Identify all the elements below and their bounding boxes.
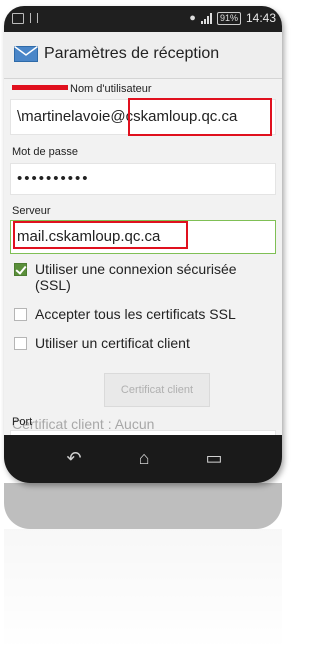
username-label: Nom d'utilisateur xyxy=(70,83,152,95)
phone-frame: ● 91% 14:43 Paramètres de réception Nom … xyxy=(4,6,282,483)
server-label: Serveur xyxy=(12,205,51,217)
reflection-content xyxy=(4,529,282,646)
client-certificate-button[interactable]: Certificat client xyxy=(104,373,210,407)
settings-form: Nom d'utilisateur \martinelavoie@cskamlo… xyxy=(4,79,282,435)
clock: 14:43 xyxy=(245,11,276,25)
recents-icon[interactable]: ▭ xyxy=(194,443,234,473)
signal-icon xyxy=(200,12,212,24)
page-title: Paramètres de réception xyxy=(44,45,220,62)
phone-reflection xyxy=(4,483,282,646)
client-cert-option[interactable]: Utiliser un certificat client xyxy=(14,335,263,351)
image-notification-icon xyxy=(12,13,24,24)
redaction-mark xyxy=(12,84,68,90)
accept-certs-checkbox[interactable] xyxy=(14,308,27,321)
server-highlight xyxy=(13,221,188,249)
username-label-row: Nom d'utilisateur xyxy=(12,83,152,95)
client-cert-option-label: Utiliser un certificat client xyxy=(35,335,190,351)
usb-notification-icon xyxy=(30,13,38,23)
status-bar: ● 91% 14:43 xyxy=(4,6,282,32)
back-icon[interactable]: ↶ xyxy=(54,443,94,473)
action-bar: Paramètres de réception xyxy=(4,32,282,79)
password-label: Mot de passe xyxy=(12,146,79,158)
notification-icons xyxy=(12,13,38,24)
mail-envelope-icon[interactable] xyxy=(14,46,38,62)
ssl-option-label: Utiliser une connexion sécurisée (SSL) xyxy=(35,261,237,293)
reflection-nav xyxy=(4,483,282,529)
client-cert-checkbox[interactable] xyxy=(14,337,27,350)
accept-certs-option[interactable]: Accepter tous les certificats SSL xyxy=(14,306,263,322)
ssl-option[interactable]: Utiliser une connexion sécurisée (SSL) xyxy=(14,261,263,293)
port-label: Port xyxy=(12,416,33,428)
home-icon[interactable]: ⌂ xyxy=(124,443,164,473)
battery-indicator: 91% xyxy=(216,11,241,25)
username-domain-highlight xyxy=(128,98,272,136)
accept-certs-label: Accepter tous les certificats SSL xyxy=(35,306,236,322)
wifi-icon: ● xyxy=(189,12,196,24)
status-right: ● 91% 14:43 xyxy=(189,11,276,25)
ssl-checkbox[interactable] xyxy=(14,263,27,276)
password-field[interactable]: •••••••••• xyxy=(10,163,276,195)
navigation-bar: ↶ ⌂ ▭ xyxy=(4,435,282,483)
